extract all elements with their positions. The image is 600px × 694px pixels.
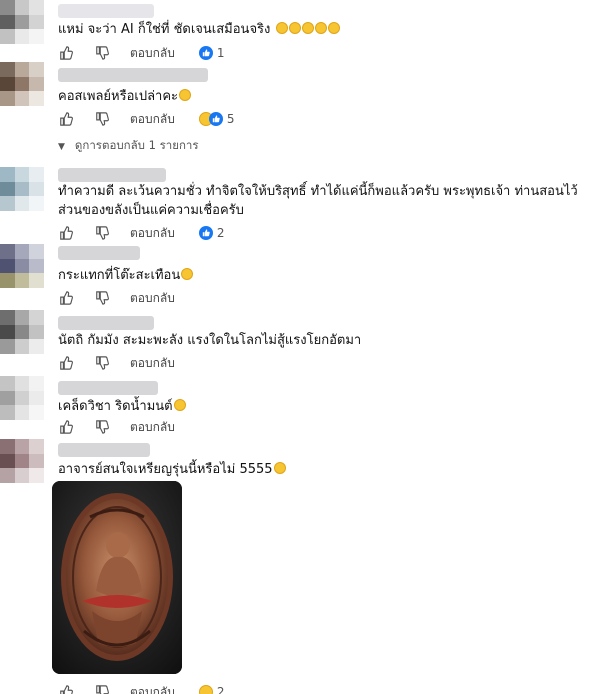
dislike-icon[interactable]	[94, 290, 110, 306]
rofl-emoji-icon	[301, 22, 314, 34]
dislike-icon[interactable]	[94, 419, 110, 435]
rofl-emoji-icon	[275, 22, 288, 34]
reaction-count: 2	[216, 685, 225, 694]
reply-button[interactable]: ตอบกลับ	[130, 224, 175, 243]
commenter-name-redacted[interactable]	[58, 316, 154, 330]
avatar[interactable]	[0, 62, 44, 106]
reply-button[interactable]: ตอบกลับ	[130, 354, 175, 373]
like-icon[interactable]	[58, 684, 74, 694]
like-icon[interactable]	[58, 419, 74, 435]
comment-actions: ตอบกลับ 2	[58, 683, 225, 694]
reaction-count: 2	[216, 226, 225, 240]
comment-text: อาจารย์สนใจเหรียญรุ่นนี้หรือไม่ 5555	[58, 460, 286, 479]
avatar[interactable]	[0, 0, 44, 44]
reply-button[interactable]: ตอบกลับ	[130, 418, 175, 437]
dislike-icon[interactable]	[94, 684, 110, 694]
commenter-name-redacted[interactable]	[58, 68, 208, 82]
comment-actions: ตอบกลับ	[58, 289, 199, 307]
amulet-photo[interactable]	[52, 481, 182, 674]
view-replies-link[interactable]: ▼ ดูการตอบกลับ 1 รายการ	[58, 137, 199, 155]
haha-reaction-icon	[198, 685, 213, 694]
reaction-summary[interactable]: 2	[198, 685, 225, 694]
comment-text: ทำความดี ละเว้นความชั่ว ทำจิตใจให้บริสุท…	[58, 184, 578, 218]
like-reaction-icon	[208, 112, 223, 126]
reply-button[interactable]: ตอบกลับ	[130, 289, 175, 308]
reaction-summary[interactable]: 5	[198, 112, 235, 126]
like-reaction-icon	[198, 226, 213, 240]
avatar[interactable]	[0, 167, 44, 211]
comment-text: คอสเพลย์หรือเปล่าคะ	[58, 87, 192, 106]
laughing-emoji-icon	[173, 399, 186, 411]
comment-actions: ตอบกลับ	[58, 354, 199, 372]
reaction-count: 5	[226, 112, 235, 126]
reply-button[interactable]: ตอบกลับ	[130, 44, 175, 63]
like-icon[interactable]	[58, 45, 74, 61]
like-icon[interactable]	[58, 290, 74, 306]
rofl-emoji-icon	[314, 22, 327, 34]
comment-actions: ตอบกลับ 5	[58, 110, 235, 128]
chevron-down-icon: ▼	[58, 142, 65, 152]
rofl-emoji-icon	[179, 89, 192, 101]
reaction-count: 1	[216, 46, 225, 60]
dislike-icon[interactable]	[94, 111, 110, 127]
avatar[interactable]	[0, 439, 44, 483]
comment-actions: ตอบกลับ 1	[58, 44, 225, 62]
reply-button[interactable]: ตอบกลับ	[130, 110, 175, 129]
comment-text: กระแทกที่โต๊ะสะเทือน	[58, 266, 194, 285]
comment-text: นัตถิ กัมมัง สะมะพะลัง แรงใดในโลกไม่สู้แ…	[58, 333, 362, 348]
rofl-emoji-icon	[288, 22, 301, 34]
rofl-emoji-icon	[181, 268, 194, 280]
commenter-name-redacted[interactable]	[58, 443, 150, 457]
reaction-summary[interactable]: 1	[198, 46, 225, 60]
commenter-name-redacted[interactable]	[58, 4, 154, 18]
rofl-emoji-icon	[327, 22, 340, 34]
comment-text: แหม่ จะว่า AI ก็ใช่ที่ ชัดเจนเสมือนจริง	[58, 20, 340, 39]
dislike-icon[interactable]	[94, 355, 110, 371]
comment-actions: ตอบกลับ 2	[58, 224, 225, 242]
dislike-icon[interactable]	[94, 225, 110, 241]
like-icon[interactable]	[58, 111, 74, 127]
smiling-emoji-icon	[273, 462, 286, 474]
reply-button[interactable]: ตอบกลับ	[130, 683, 175, 694]
reaction-summary[interactable]: 2	[198, 226, 225, 240]
like-icon[interactable]	[58, 225, 74, 241]
commenter-name-redacted[interactable]	[58, 381, 158, 395]
comment-actions: ตอบกลับ	[58, 418, 199, 436]
avatar[interactable]	[0, 244, 44, 288]
like-reaction-icon	[198, 46, 213, 60]
avatar[interactable]	[0, 310, 44, 354]
like-icon[interactable]	[58, 355, 74, 371]
dislike-icon[interactable]	[94, 45, 110, 61]
commenter-name-redacted[interactable]	[58, 168, 166, 182]
commenter-name-redacted[interactable]	[58, 246, 140, 260]
comment-text: เคล็ดวิชา ริดน้ำมนต์	[58, 397, 186, 416]
avatar[interactable]	[0, 376, 44, 420]
